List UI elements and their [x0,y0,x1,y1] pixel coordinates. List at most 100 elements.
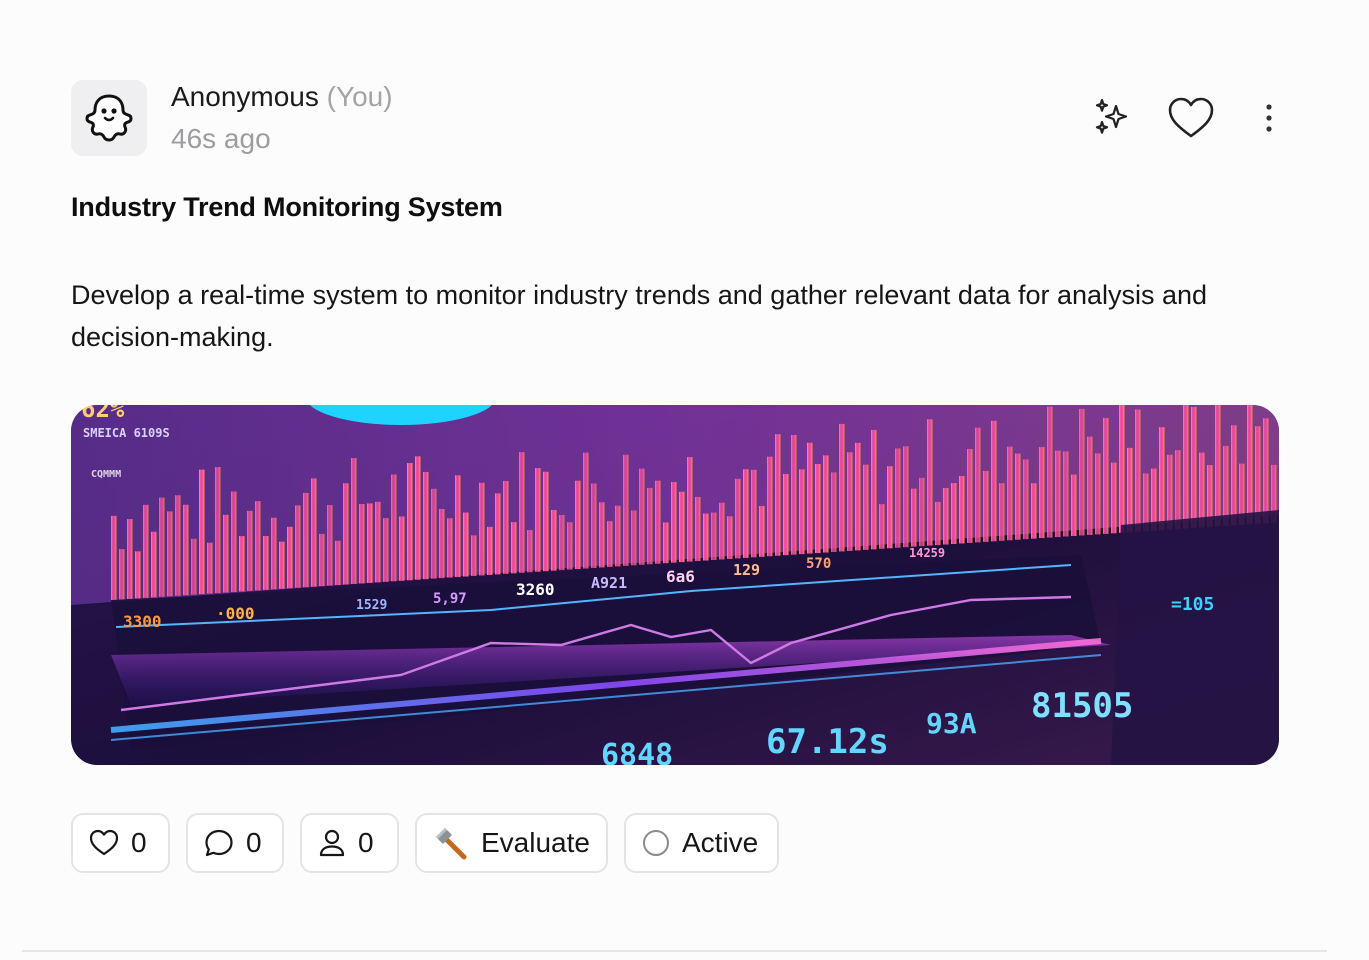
heart-icon [89,829,119,857]
hero-bar [703,513,709,561]
hero-bar [335,540,341,586]
hero-bar [551,509,557,571]
hero-bar [719,502,725,560]
hero-bar [967,449,973,543]
hero-bar [791,434,797,555]
hero-bar [239,536,245,592]
hero-bar [519,452,525,573]
hero-bar [743,469,749,558]
hero-bar [1071,474,1077,536]
svg-text:·000: ·000 [216,604,255,623]
svg-text:67.12s: 67.12s [766,722,889,762]
hero-bar [343,483,349,585]
hero-bar [911,488,917,547]
hero-bar [711,512,717,560]
svg-text:CQMMM: CQMMM [91,469,121,480]
hero-bar [1063,451,1069,537]
hero-bar [119,549,125,600]
hero-bar [415,456,421,580]
hero-bar [1007,446,1013,541]
hero-bar [1151,468,1157,531]
hero-bar [527,530,533,573]
hero-bar [727,516,733,559]
hero-bar [495,493,501,575]
hero-bar [599,502,605,568]
hero-bar [815,464,821,554]
post-card: Anonymous (You) 46s ago Industry Trend M… [0,0,1369,960]
hero-bar [831,472,837,552]
hero-bar [375,501,381,583]
hero-bar [543,471,549,572]
hero-bar [999,483,1005,541]
hero-bar [1047,406,1053,538]
hero-bar [1111,462,1117,534]
svg-text:A921: A921 [591,574,627,592]
hero-bar [927,419,933,546]
status-label: Active [682,827,759,858]
hero-bar [263,536,269,590]
hero-bar [975,427,981,543]
hero-bar [127,519,133,599]
svg-text:81505: 81505 [1031,686,1133,726]
hero-bar [1255,426,1261,524]
svg-text:1529: 1529 [356,598,387,613]
status-button[interactable]: Active [624,813,779,873]
hero-bar [847,452,853,551]
hero-dashboard-image: 62% SMEICA 6109S CQMMM 3300 ·000 1529 5,… [71,405,1279,765]
hero-bar [207,542,213,594]
hero-bar [647,487,653,565]
more-vertical-icon[interactable] [1245,94,1293,142]
hero-bar [1031,483,1037,539]
svg-text:93A: 93A [926,707,977,740]
hero-bar [687,457,693,562]
hammer-icon [433,826,469,860]
hero-bar [623,454,629,566]
hero-bar [159,497,165,597]
hero-bar [775,434,781,556]
svg-text:3260: 3260 [516,580,555,599]
hero-bar [1231,425,1237,526]
post-description: Develop a real-time system to monitor in… [71,280,1208,352]
hero-bar [863,464,869,550]
hero-bar [871,429,877,550]
hero-bar [679,491,685,563]
hero-bar [135,551,141,599]
hero-bar [279,541,285,589]
hero-bar [487,526,493,575]
ghost-avatar-icon[interactable] [71,80,147,156]
members-button[interactable]: 0 [300,813,399,873]
hero-bar [319,533,325,587]
hero-bar [663,522,669,564]
hero-bar [1223,445,1229,526]
hero-bar [671,482,677,563]
hero-bar [1023,459,1029,540]
post-title: Industry Trend Monitoring System [71,192,503,222]
svg-text:5,97: 5,97 [433,591,467,607]
hero-bar [1039,447,1045,539]
hero-bar [287,526,293,589]
hero-bar [431,488,437,579]
hero-bar [1087,436,1093,535]
hero-bar [535,468,541,572]
svg-text:SMEICA 6109S: SMEICA 6109S [83,426,170,440]
evaluate-button[interactable]: Evaluate [415,813,608,873]
divider [22,950,1327,952]
evaluate-label: Evaluate [481,827,590,858]
hero-bar [943,487,949,545]
author-name[interactable]: Anonymous [171,81,319,112]
hero-bar [735,478,741,559]
hero-bar [695,496,701,562]
hero-bar [303,492,309,588]
hero-text-1: 62% [81,405,125,423]
sparkles-icon[interactable] [1088,94,1136,142]
hero-bar [311,478,317,587]
comment-button[interactable]: 0 [186,813,284,873]
hero-bar [823,455,829,553]
hero-bar [199,469,205,595]
hero-bar [639,468,645,565]
favorite-heart-icon[interactable] [1167,94,1215,142]
hero-bar [935,501,941,546]
likes-count: 0 [131,827,147,858]
hero-bar [407,463,413,581]
like-button[interactable]: 0 [71,813,170,873]
